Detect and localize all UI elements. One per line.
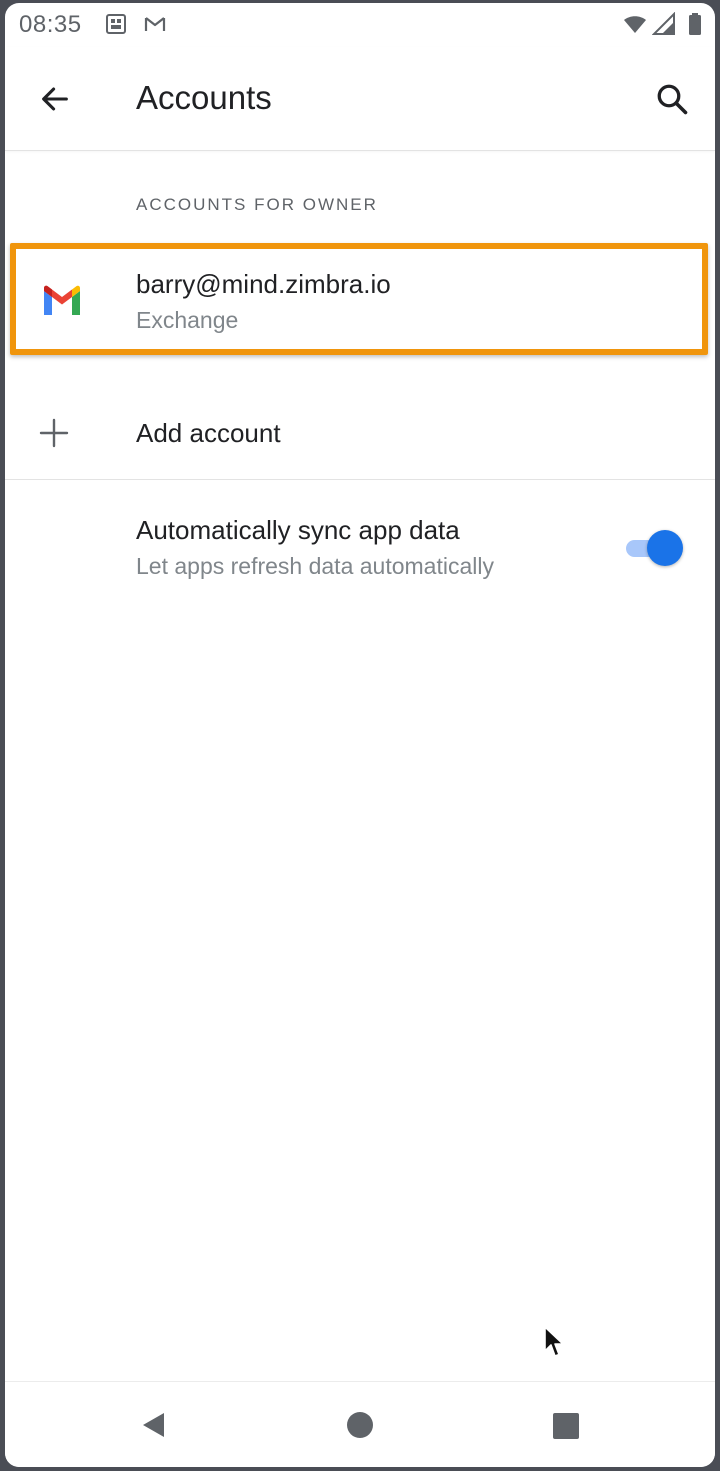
search-icon [657, 84, 688, 115]
sync-subtitle: Let apps refresh data automatically [136, 553, 494, 579]
navigation-bar [5, 1381, 715, 1467]
nav-back-icon[interactable] [138, 1410, 168, 1440]
nav-home-icon[interactable] [345, 1410, 375, 1440]
section-header: ACCOUNTS FOR OWNER [136, 195, 378, 214]
back-button[interactable] [33, 77, 77, 121]
auto-sync-setting[interactable]: Automatically sync app data Let apps ref… [5, 480, 715, 600]
plus-icon [39, 418, 69, 448]
account-item[interactable]: barry@mind.zimbra.io Exchange [5, 243, 715, 357]
photo-notification-icon [106, 14, 126, 34]
battery-icon [689, 13, 701, 35]
signal-icon [652, 12, 675, 35]
nav-recents-icon[interactable] [552, 1412, 580, 1440]
mouse-cursor-icon [544, 1326, 564, 1357]
sync-title: Automatically sync app data [136, 515, 460, 545]
status-bar: 08:35 [5, 3, 715, 47]
toggle-thumb [647, 530, 683, 566]
page-title: Accounts [136, 79, 272, 116]
status-time: 08:35 [19, 11, 82, 38]
arrow-left-icon [42, 87, 68, 111]
add-account-label: Add account [136, 418, 281, 448]
auto-sync-toggle[interactable] [622, 528, 684, 568]
app-bar: Accounts [5, 47, 715, 151]
search-button[interactable] [650, 77, 694, 121]
gmail-notification-icon [144, 17, 166, 31]
add-account-button[interactable]: Add account [5, 385, 715, 479]
account-type: Exchange [136, 307, 239, 333]
account-email: barry@mind.zimbra.io [136, 269, 391, 299]
gmail-logo [44, 285, 80, 315]
wifi-icon [624, 16, 646, 33]
phone-screen: 08:35 Accounts ACCOUNTS FOR OWNER barry@… [5, 3, 715, 1467]
